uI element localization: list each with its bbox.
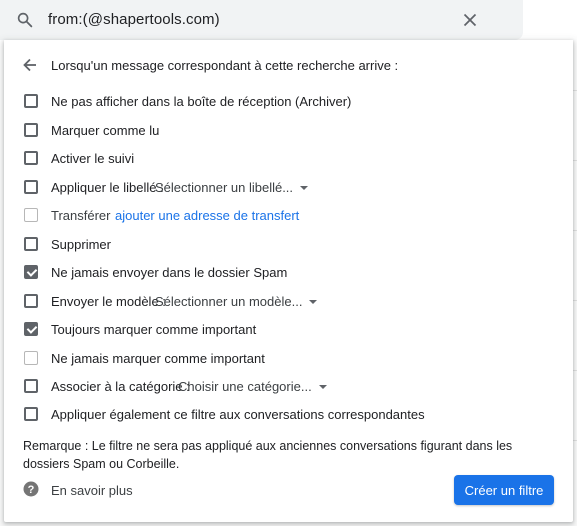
search-icon[interactable]	[16, 11, 34, 29]
apply-label-checkbox[interactable]	[24, 180, 38, 194]
forward-checkbox[interactable]	[24, 208, 38, 222]
close-icon[interactable]	[463, 13, 477, 27]
category-select[interactable]: Choisir une catégorie...	[178, 379, 327, 394]
delete-checkbox[interactable]	[24, 237, 38, 251]
category-label: Associer à la catégorie :	[51, 379, 190, 394]
option-also-apply[interactable]: Appliquer également ce filtre aux conver…	[4, 404, 573, 424]
option-never-spam[interactable]: Ne jamais envoyer dans le dossier Spam	[4, 262, 573, 282]
option-archive[interactable]: Ne pas afficher dans la boîte de récepti…	[4, 91, 573, 111]
never-important-checkbox[interactable]	[24, 351, 38, 365]
star-checkbox[interactable]	[24, 151, 38, 165]
option-send-template[interactable]: Envoyer le modèle : Sélectionner un modè…	[4, 291, 573, 311]
filter-note: Remarque : Le filtre ne sera pas appliqu…	[23, 439, 513, 471]
send-template-checkbox[interactable]	[24, 294, 38, 308]
template-select-value: Sélectionner un modèle...	[155, 294, 303, 309]
svg-text:?: ?	[28, 484, 35, 496]
label-select[interactable]: Sélectionner un libellé...	[155, 180, 309, 195]
option-mark-read[interactable]: Marquer comme lu	[4, 120, 573, 140]
panel-title: Lorsqu'un message correspondant à cette …	[51, 58, 399, 73]
also-apply-label: Appliquer également ce filtre aux conver…	[51, 407, 425, 422]
filter-actions-panel: Lorsqu'un message correspondant à cette …	[4, 40, 573, 522]
option-star[interactable]: Activer le suivi	[4, 148, 573, 168]
delete-label: Supprimer	[51, 237, 111, 252]
never-important-label: Ne jamais marquer comme important	[51, 351, 265, 366]
never-spam-label: Ne jamais envoyer dans le dossier Spam	[51, 265, 288, 280]
never-spam-checkbox[interactable]	[24, 265, 38, 279]
dropdown-arrow-icon	[318, 385, 327, 389]
mark-read-label: Marquer comme lu	[51, 123, 160, 138]
category-select-value: Choisir une catégorie...	[178, 379, 312, 394]
send-template-label: Envoyer le modèle :	[51, 294, 166, 309]
template-select[interactable]: Sélectionner un modèle...	[155, 294, 318, 309]
option-apply-label[interactable]: Appliquer le libellé : Sélectionner un l…	[4, 177, 573, 197]
option-forward[interactable]: Transférer ajouter une adresse de transf…	[4, 205, 573, 225]
category-checkbox[interactable]	[24, 379, 38, 393]
learn-more-link[interactable]: En savoir plus	[51, 483, 133, 498]
search-input[interactable]: from:(@shapertools.com)	[48, 11, 220, 28]
arrow-back-icon[interactable]	[23, 58, 37, 72]
panel-header: Lorsqu'un message correspondant à cette …	[4, 54, 573, 76]
option-never-important[interactable]: Ne jamais marquer comme important	[4, 348, 573, 368]
option-category[interactable]: Associer à la catégorie : Choisir une ca…	[4, 376, 573, 396]
search-bar[interactable]: from:(@shapertools.com)	[0, 0, 523, 40]
mark-read-checkbox[interactable]	[24, 123, 38, 137]
always-important-checkbox[interactable]	[24, 322, 38, 336]
dropdown-arrow-icon	[300, 186, 309, 190]
always-important-label: Toujours marquer comme important	[51, 322, 257, 337]
also-apply-checkbox[interactable]	[24, 407, 38, 421]
archive-checkbox[interactable]	[24, 94, 38, 108]
dropdown-arrow-icon	[309, 300, 318, 304]
forward-label: Transférer	[51, 208, 111, 223]
label-select-value: Sélectionner un libellé...	[155, 180, 294, 195]
create-filter-button[interactable]: Créer un filtre	[454, 475, 554, 505]
archive-label: Ne pas afficher dans la boîte de récepti…	[51, 94, 352, 109]
star-label: Activer le suivi	[51, 151, 135, 166]
option-always-important[interactable]: Toujours marquer comme important	[4, 319, 573, 339]
option-delete[interactable]: Supprimer	[4, 234, 573, 254]
add-forwarding-address-link[interactable]: ajouter une adresse de transfert	[115, 208, 299, 223]
help-icon[interactable]: ?	[23, 481, 39, 497]
apply-label-label: Appliquer le libellé :	[51, 180, 164, 195]
